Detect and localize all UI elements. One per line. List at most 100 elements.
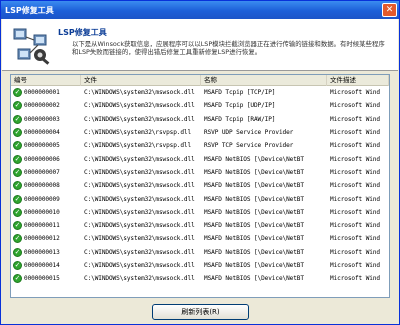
table-row[interactable]: ✓ 0000000001 C:\WINDOWS\system32\mswsock.d…: [11, 86, 389, 99]
table-row[interactable]: ✓ 0000000004 C:\WINDOWS\system32\rsvpsp.dl…: [11, 126, 389, 139]
cell-name: MSAFD NetBIOS [\Device\NetBT: [204, 168, 304, 176]
cell-description: Microsoft Wind: [330, 248, 380, 256]
close-button[interactable]: ✕: [382, 3, 397, 17]
title-bar[interactable]: LSP修复工具 ✕: [1, 1, 399, 19]
cell-name: RSVP UDP Service Provider: [204, 129, 294, 137]
column-header-name[interactable]: 名称: [201, 75, 327, 86]
table-row[interactable]: ✓ 0000000011 C:\WINDOWS\system32\mswsock.d…: [11, 219, 389, 232]
cell-file: C:\WINDOWS\system32\mswsock.dll: [84, 222, 195, 230]
cell-name: MSAFD NetBIOS [\Device\NetBT: [204, 195, 304, 203]
check-circle-icon: ✓: [13, 114, 22, 124]
cell-file: C:\WINDOWS\system32\mswsock.dll: [84, 275, 195, 283]
main-window: LSP修复工具 ✕ LSP修复工具 以下是从Winsock获取信息，应展程序可以…: [0, 0, 400, 325]
table-row[interactable]: ✓ 0000000010 C:\WINDOWS\system32\mswsock.d…: [11, 206, 389, 219]
cell-id: ✓ 0000000011: [11, 221, 81, 231]
cell-name: MSAFD NetBIOS [\Device\NetBT: [204, 275, 304, 283]
check-circle-icon: ✓: [13, 194, 22, 204]
cell-id: ✓ 0000000003: [11, 114, 81, 124]
table-row[interactable]: ✓ 0000000015 C:\WINDOWS\system32\mswsock.d…: [11, 272, 389, 285]
cell-file: C:\WINDOWS\system32\mswsock.dll: [84, 168, 195, 176]
table-row[interactable]: ✓ 0000000005 C:\WINDOWS\system32\rsvpsp.dl…: [11, 139, 389, 152]
cell-description: Microsoft Wind: [330, 168, 380, 176]
cell-id-text: 0000000002: [24, 102, 60, 110]
cell-description: Microsoft Wind: [330, 222, 380, 230]
cell-id-text: 0000000004: [24, 129, 60, 137]
table-row[interactable]: ✓ 0000000008 C:\WINDOWS\system32\mswsock.d…: [11, 179, 389, 192]
cell-id-text: 0000000011: [24, 222, 60, 230]
check-circle-icon: ✓: [13, 247, 22, 257]
cell-file: C:\WINDOWS\system32\mswsock.dll: [84, 182, 195, 190]
column-header-description[interactable]: 文件描述: [327, 75, 389, 86]
check-circle-icon: ✓: [13, 234, 22, 244]
cell-id: ✓ 0000000013: [11, 247, 81, 257]
cell-id: ✓ 0000000006: [11, 154, 81, 164]
table-row[interactable]: ✓ 0000000007 C:\WINDOWS\system32\mswsock.d…: [11, 166, 389, 179]
cell-file: C:\WINDOWS\system32\mswsock.dll: [84, 248, 195, 256]
check-circle-icon: ✓: [13, 88, 22, 98]
cell-file: C:\WINDOWS\system32\mswsock.dll: [84, 102, 195, 110]
check-circle-icon: ✓: [13, 141, 22, 151]
cell-description: Microsoft Wind: [330, 89, 380, 97]
header-panel: LSP修复工具 以下是从Winsock获取信息，应展程序可以以LSP模块拦截浏览…: [2, 19, 398, 71]
cell-name: MSAFD Tcpip [RAW/IP]: [204, 115, 276, 123]
check-circle-icon: ✓: [13, 101, 22, 111]
cell-id-text: 0000000006: [24, 155, 60, 163]
table-row[interactable]: ✓ 0000000014 C:\WINDOWS\system32\mswsock.d…: [11, 259, 389, 272]
check-circle-icon: ✓: [13, 274, 22, 284]
close-icon: ✕: [385, 4, 394, 15]
check-circle-icon: ✓: [13, 207, 22, 217]
cell-description: Microsoft Wind: [330, 115, 380, 123]
cell-file: C:\WINDOWS\system32\mswsock.dll: [84, 89, 195, 97]
cell-id: ✓ 0000000001: [11, 88, 81, 98]
column-header-id[interactable]: 编号: [11, 75, 81, 86]
check-circle-icon: ✓: [13, 154, 22, 164]
cell-name: MSAFD NetBIOS [\Device\NetBT: [204, 235, 304, 243]
cell-name: MSAFD NetBIOS [\Device\NetBT: [204, 248, 304, 256]
refresh-list-button[interactable]: 刷新列表(R): [152, 304, 249, 320]
cell-name: RSVP TCP Service Provider: [204, 142, 294, 150]
table-row[interactable]: ✓ 0000000003 C:\WINDOWS\system32\mswsock.d…: [11, 113, 389, 126]
cell-description: Microsoft Wind: [330, 129, 380, 137]
cell-description: Microsoft Wind: [330, 182, 380, 190]
cell-id: ✓ 0000000002: [11, 101, 81, 111]
cell-id: ✓ 0000000007: [11, 167, 81, 177]
cell-description: Microsoft Wind: [330, 275, 380, 283]
cell-id-text: 0000000013: [24, 248, 60, 256]
cell-name: MSAFD Tcpip [UDP/IP]: [204, 102, 276, 110]
cell-description: Microsoft Wind: [330, 195, 380, 203]
cell-id: ✓ 0000000005: [11, 141, 81, 151]
check-circle-icon: ✓: [13, 181, 22, 191]
table-row[interactable]: ✓ 0000000002 C:\WINDOWS\system32\mswsock.d…: [11, 99, 389, 112]
cell-description: Microsoft Wind: [330, 155, 380, 163]
column-header-file[interactable]: 文件: [81, 75, 201, 86]
check-circle-icon: ✓: [13, 128, 22, 138]
cell-file: C:\WINDOWS\system32\rsvpsp.dll: [84, 129, 192, 137]
cell-name: MSAFD NetBIOS [\Device\NetBT: [204, 262, 304, 269]
cell-description: Microsoft Wind: [330, 208, 380, 216]
check-circle-icon: ✓: [13, 221, 22, 231]
cell-file: C:\WINDOWS\system32\mswsock.dll: [84, 208, 195, 216]
table-row[interactable]: ✓ 0000000006 C:\WINDOWS\system32\mswsock.d…: [11, 152, 389, 165]
lsp-list[interactable]: 编号 文件 名称 文件描述 ✓ 0000000001 C:\WINDOWS\syst…: [10, 74, 390, 298]
cell-description: Microsoft Wind: [330, 262, 380, 269]
cell-id-text: 0000000003: [24, 115, 60, 123]
table-row[interactable]: ✓ 0000000013 C:\WINDOWS\system32\mswsock.d…: [11, 246, 389, 259]
cell-id: ✓ 0000000009: [11, 194, 81, 204]
description-text: 以下是从Winsock获取信息，应展程序可以以LSP模块拦截浏览器正在进行传输的…: [72, 40, 385, 56]
cell-id-text: 0000000014: [24, 262, 60, 269]
window-title: LSP修复工具: [5, 5, 54, 15]
table-row[interactable]: ✓ 0000000012 C:\WINDOWS\system32\mswsock.d…: [11, 232, 389, 245]
cell-description: Microsoft Wind: [330, 142, 380, 150]
cell-file: C:\WINDOWS\system32\mswsock.dll: [84, 195, 195, 203]
cell-file: C:\WINDOWS\system32\mswsock.dll: [84, 155, 195, 163]
cell-description: Microsoft Wind: [330, 235, 380, 243]
cell-file: C:\WINDOWS\system32\mswsock.dll: [84, 115, 195, 123]
cell-id: ✓ 0000000004: [11, 128, 81, 138]
cell-id-text: 0000000007: [24, 168, 60, 176]
check-circle-icon: ✓: [13, 261, 22, 270]
cell-id: ✓ 0000000014: [11, 261, 81, 270]
table-row[interactable]: ✓ 0000000009 C:\WINDOWS\system32\mswsock.d…: [11, 192, 389, 205]
cell-name: MSAFD NetBIOS [\Device\NetBT: [204, 182, 304, 190]
cell-name: MSAFD Tcpip [TCP/IP]: [204, 89, 276, 97]
cell-id-text: 0000000005: [24, 142, 60, 150]
